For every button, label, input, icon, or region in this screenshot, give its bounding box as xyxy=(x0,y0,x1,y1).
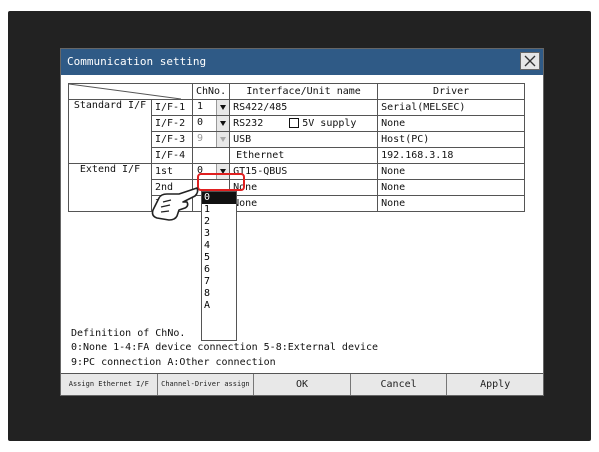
chno-dropdown-list[interactable]: 0 1 2 3 4 5 6 7 8 A xyxy=(201,191,237,341)
title-bar: Communication setting xyxy=(61,49,543,75)
5v-supply-label: 5V supply xyxy=(302,118,357,129)
dropdown-arrow-icon[interactable] xyxy=(216,116,230,131)
definition-title: Definition of ChNo. xyxy=(71,328,186,339)
chno-value: 1 xyxy=(197,101,204,112)
interface-name: Ethernet xyxy=(229,147,379,164)
row-name: I/F-3 xyxy=(151,131,193,148)
ok-button[interactable]: OK xyxy=(254,374,351,395)
dropdown-option[interactable]: 2 xyxy=(202,216,236,228)
definition-line-1: 0:None 1-4:FA device connection 5-8:Exte… xyxy=(71,342,379,353)
chno-select[interactable]: 0 xyxy=(191,115,231,132)
communication-setting-window: Communication setting ChNo. Interface/Un… xyxy=(60,48,544,396)
dropdown-arrow-icon xyxy=(216,132,230,147)
header-row: ChNo. Interface/Unit name Driver xyxy=(68,83,526,100)
chno-empty xyxy=(191,147,231,164)
5v-supply-checkbox[interactable] xyxy=(289,118,300,128)
definition-line-2: 9:PC connection A:Other connection xyxy=(71,357,276,368)
pointing-hand-icon xyxy=(151,187,199,221)
dropdown-option[interactable]: 3 xyxy=(202,228,236,240)
close-button[interactable] xyxy=(520,52,540,70)
dropdown-arrow-icon[interactable] xyxy=(216,100,230,115)
table-row: Extend I/F 1st 0 GT15-QBUS None xyxy=(68,163,526,212)
interface-name: USB xyxy=(229,131,379,148)
driver-select[interactable]: None xyxy=(377,195,526,212)
channel-driver-assign-button[interactable]: Channel-Driver assign xyxy=(157,374,255,395)
header-interface: Interface/Unit name xyxy=(229,83,379,100)
driver-select[interactable]: 192.168.3.18 xyxy=(377,147,526,164)
row-name: I/F-1 xyxy=(151,99,193,116)
dropdown-option[interactable]: 0 xyxy=(202,192,236,204)
interface-name: RS232 5V supply xyxy=(229,115,379,132)
row-name: I/F-4 xyxy=(151,147,193,164)
chno-select: 9 xyxy=(191,131,231,148)
group-extend: Extend I/F xyxy=(68,163,152,212)
driver-select[interactable]: Host(PC) xyxy=(377,131,526,148)
dropdown-option[interactable]: 7 xyxy=(202,276,236,288)
apply-button[interactable]: Apply xyxy=(447,374,543,395)
assign-ethernet-button[interactable]: Assign Ethernet I/F xyxy=(61,374,158,395)
driver-select[interactable]: None xyxy=(377,179,526,196)
dropdown-option[interactable]: 1 xyxy=(202,204,236,216)
interface-name: GT15-QBUS xyxy=(229,163,379,180)
dropdown-option[interactable]: 6 xyxy=(202,264,236,276)
header-chno: ChNo. xyxy=(191,83,231,100)
window-title: Communication setting xyxy=(67,55,207,68)
row-name: 1st xyxy=(151,163,193,180)
chno-select[interactable]: 1 xyxy=(191,99,231,116)
driver-select[interactable]: Serial(MELSEC) xyxy=(377,99,526,116)
dropdown-option[interactable]: 5 xyxy=(202,252,236,264)
button-bar: Assign Ethernet I/F Channel-Driver assig… xyxy=(61,373,543,395)
interface-name: RS422/485 xyxy=(229,99,379,116)
driver-select[interactable]: None xyxy=(377,115,526,132)
chno-value: 9 xyxy=(197,133,204,144)
close-icon xyxy=(524,55,536,67)
interface-label: RS232 xyxy=(233,118,264,129)
driver-select[interactable]: None xyxy=(377,163,526,180)
row-name: I/F-2 xyxy=(151,115,193,132)
chno-value: 0 xyxy=(197,117,204,128)
cancel-button[interactable]: Cancel xyxy=(350,374,448,395)
interface-table: ChNo. Interface/Unit name Driver Standar… xyxy=(68,83,526,212)
header-corner xyxy=(68,83,193,100)
dropdown-option[interactable]: 8 xyxy=(202,288,236,300)
interface-name: None xyxy=(229,179,379,196)
interface-name: None xyxy=(229,195,379,212)
table-row: Standard I/F I/F-1 1 RS422/485 Serial(ME… xyxy=(68,99,526,164)
selection-highlight xyxy=(197,173,245,191)
diagonal-line xyxy=(69,84,181,99)
group-standard: Standard I/F xyxy=(68,99,152,164)
header-driver: Driver xyxy=(377,83,526,100)
dropdown-option[interactable]: 4 xyxy=(202,240,236,252)
dropdown-option[interactable]: A xyxy=(202,300,236,312)
